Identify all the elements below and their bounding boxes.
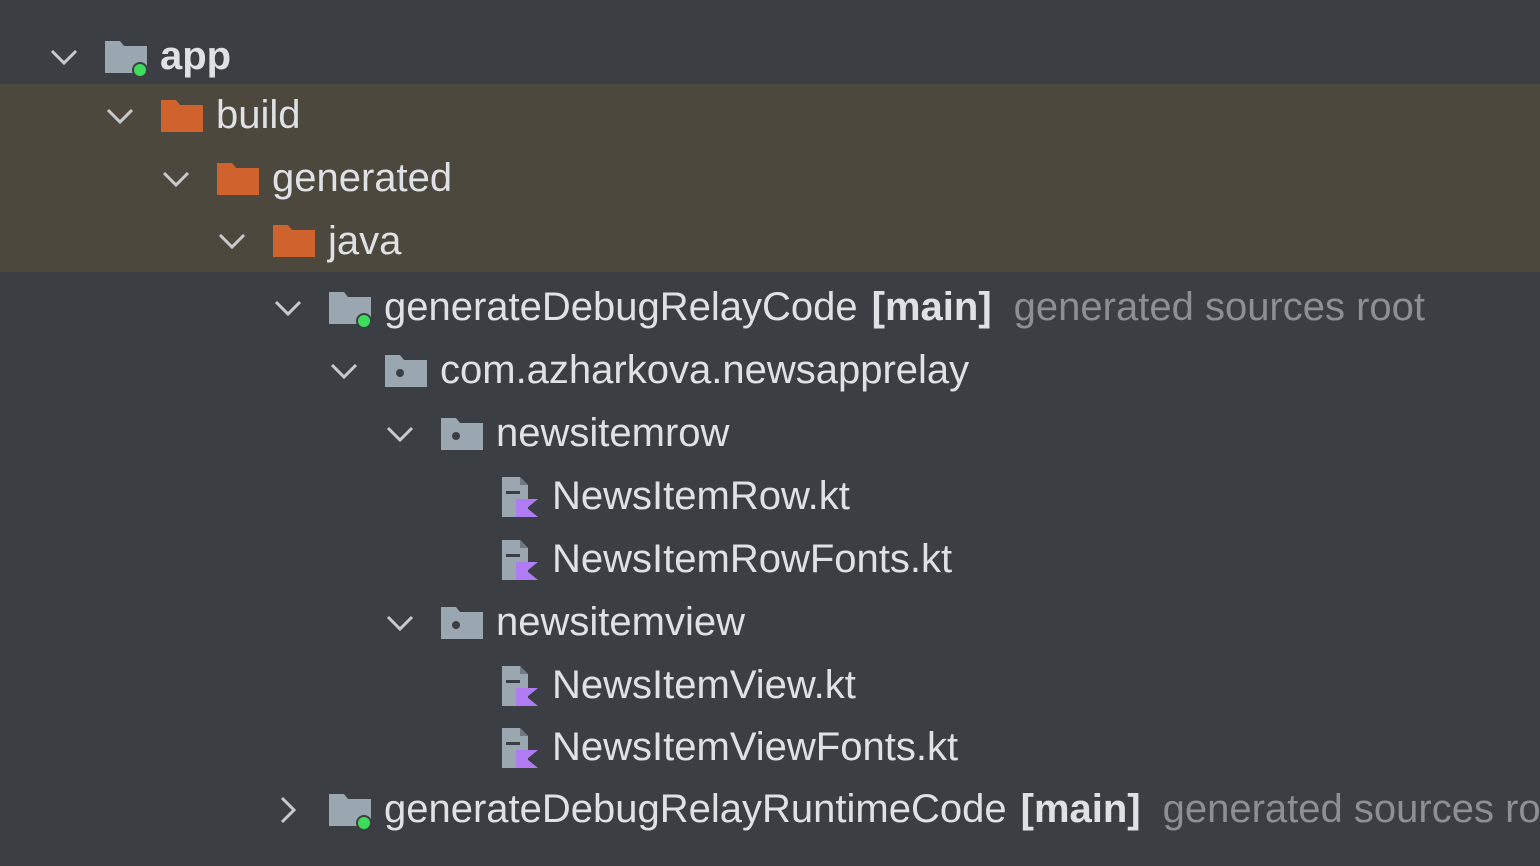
tree-node-file[interactable]: NewsItemRow.kt (0, 465, 1540, 528)
tree-node-package-root[interactable]: com.azharkova.newsapprelay (0, 339, 1540, 402)
chevron-down-icon[interactable] (158, 161, 194, 197)
tree-node-generate-debug-relay-runtime-code[interactable]: generateDebugRelayRuntimeCode [main] gen… (0, 778, 1540, 841)
node-label: com.azharkova.newsapprelay (440, 348, 970, 392)
module-folder-icon (102, 33, 150, 81)
tree-node-newsitemview[interactable]: newsitemview (0, 591, 1540, 654)
node-label: generateDebugRelayCode (384, 285, 858, 329)
chevron-down-icon[interactable] (214, 223, 250, 259)
tree-node-file[interactable]: NewsItemViewFonts.kt (0, 716, 1540, 779)
node-label: build (216, 93, 301, 137)
chevron-down-icon[interactable] (326, 353, 362, 389)
tree-node-app[interactable]: app (0, 25, 1540, 88)
tree-node-file[interactable]: NewsItemView.kt (0, 654, 1540, 717)
package-folder-icon (438, 599, 486, 647)
node-label: NewsItemView.kt (552, 663, 856, 707)
chevron-right-icon[interactable] (270, 792, 306, 828)
node-label: app (160, 34, 232, 78)
kotlin-file-icon (494, 662, 542, 710)
project-tree: app build generated java generateDebugRe… (0, 0, 1540, 866)
chevron-down-icon[interactable] (102, 98, 138, 134)
kotlin-file-icon (494, 473, 542, 521)
generated-source-root-icon (326, 786, 374, 834)
tree-node-generate-debug-relay-code[interactable]: generateDebugRelayCode [main] generated … (0, 276, 1540, 339)
excluded-folder-icon (214, 155, 262, 203)
node-label: NewsItemRow.kt (552, 474, 850, 518)
tree-node-java[interactable]: java (0, 210, 1540, 272)
node-hint: generated sources root (1013, 285, 1426, 329)
package-folder-icon (382, 347, 430, 395)
node-label: newsitemrow (496, 411, 730, 455)
tree-node-generated[interactable]: generated (0, 147, 1540, 210)
chevron-down-icon[interactable] (46, 39, 82, 75)
excluded-folder-icon (158, 92, 206, 140)
kotlin-file-icon (494, 536, 542, 584)
chevron-down-icon[interactable] (270, 290, 306, 326)
chevron-down-icon[interactable] (382, 416, 418, 452)
node-label: NewsItemRowFonts.kt (552, 537, 953, 581)
kotlin-file-icon (494, 724, 542, 772)
source-set-tag: [main] (1020, 787, 1141, 831)
generated-source-root-icon (326, 284, 374, 332)
package-folder-icon (438, 410, 486, 458)
node-label: generateDebugRelayRuntimeCode (384, 787, 1007, 831)
node-label: generated (272, 156, 453, 200)
node-hint: generated sources root (1162, 787, 1540, 831)
node-label: NewsItemViewFonts.kt (552, 725, 959, 769)
tree-node-file[interactable]: NewsItemRowFonts.kt (0, 528, 1540, 591)
node-label: java (328, 218, 402, 263)
source-set-tag: [main] (871, 285, 992, 329)
tree-node-newsitemrow[interactable]: newsitemrow (0, 402, 1540, 465)
chevron-down-icon[interactable] (382, 605, 418, 641)
tree-node-build[interactable]: build (0, 84, 1540, 147)
node-label: newsitemview (496, 600, 745, 644)
excluded-folder-icon (270, 217, 318, 265)
